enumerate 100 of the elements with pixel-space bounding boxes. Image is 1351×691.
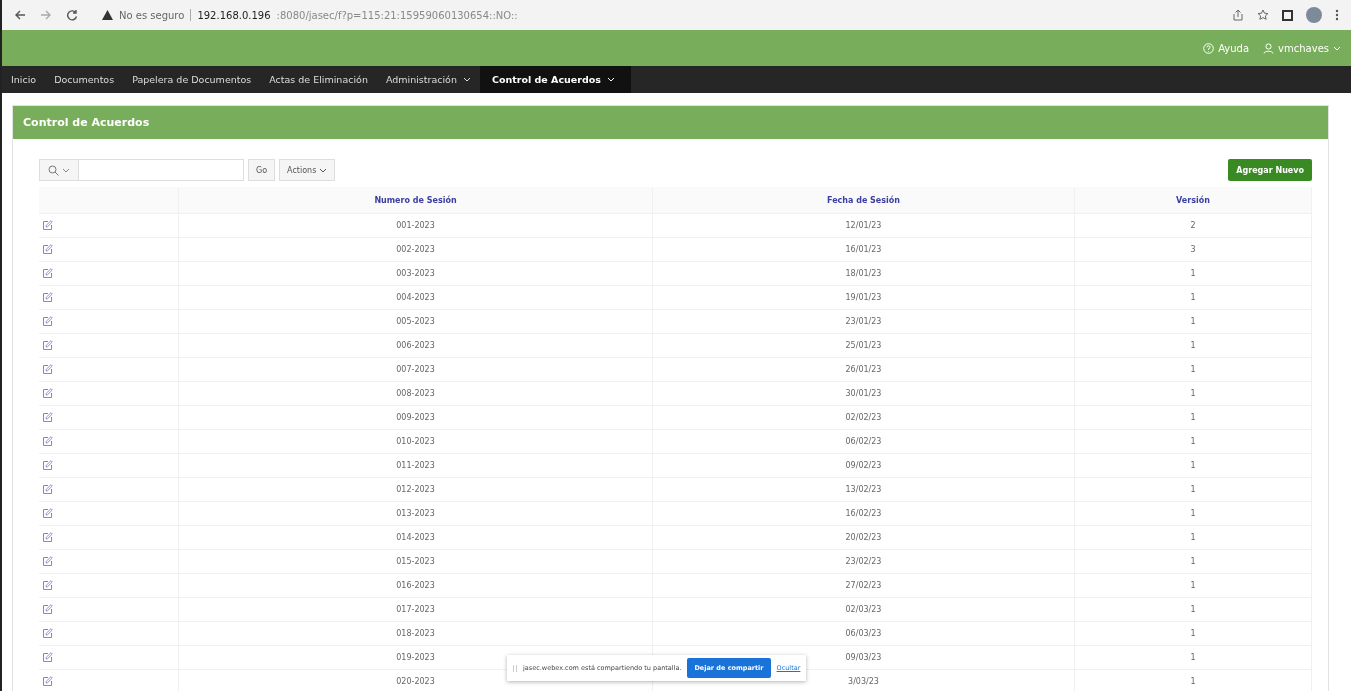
- edit-icon[interactable]: [42, 484, 53, 495]
- nav-tab[interactable]: Control de Acuerdos: [479, 66, 631, 93]
- go-button[interactable]: Go: [248, 159, 276, 181]
- help-icon: [1203, 42, 1215, 54]
- table-cell: 005-2023: [179, 310, 653, 333]
- forward-arrow-icon[interactable]: [40, 9, 52, 21]
- address-bar[interactable]: No es seguro 192.168.0.196 :8080/jasec/f?p=115:21:15959060130654::NO::: [102, 9, 518, 21]
- table-cell: 2: [1075, 214, 1312, 237]
- edit-icon[interactable]: [42, 628, 53, 639]
- table-cell: 010-2023: [179, 430, 653, 453]
- search-column-menu[interactable]: [40, 160, 79, 180]
- nav-tab[interactable]: Actas de Eliminación: [260, 66, 377, 93]
- edit-icon[interactable]: [42, 580, 53, 591]
- column-header[interactable]: Numero de Sesión: [179, 187, 653, 213]
- nav-tab[interactable]: Inicio: [2, 66, 46, 93]
- nav-tab[interactable]: Papelera de Documentos: [123, 66, 261, 93]
- edit-icon[interactable]: [42, 604, 53, 615]
- column-header[interactable]: Versión: [1075, 187, 1312, 213]
- table-cell: 012-2023: [179, 478, 653, 501]
- nav-tab[interactable]: Documentos: [45, 66, 124, 93]
- warning-icon: [102, 10, 113, 20]
- table-cell: 06/03/23: [653, 622, 1075, 645]
- url-host: 192.168.0.196: [197, 9, 271, 21]
- table-cell: 1: [1075, 358, 1312, 381]
- table-cell: 1: [1075, 478, 1312, 501]
- table-cell: 1: [1075, 310, 1312, 333]
- table-cell: 015-2023: [179, 550, 653, 573]
- table-cell: 1: [1075, 598, 1312, 621]
- edit-icon[interactable]: [42, 460, 53, 471]
- share-icon[interactable]: [1232, 9, 1244, 21]
- table-cell: 016-2023: [179, 574, 653, 597]
- table-cell: 1: [1075, 574, 1312, 597]
- table-cell: 1: [1075, 406, 1312, 429]
- table-cell: 1: [1075, 502, 1312, 525]
- column-header[interactable]: Fecha de Sesión: [653, 187, 1075, 213]
- edit-icon[interactable]: [42, 364, 53, 375]
- nav-tab[interactable]: Administración: [376, 66, 480, 93]
- table-cell: 017-2023: [179, 598, 653, 621]
- table-cell: 1: [1075, 670, 1312, 691]
- reload-icon[interactable]: [66, 9, 78, 21]
- edit-icon[interactable]: [42, 532, 53, 543]
- table-cell: 25/01/23: [653, 334, 1075, 357]
- table-cell: 12/01/23: [653, 214, 1075, 237]
- table-cell: 014-2023: [179, 526, 653, 549]
- edit-icon[interactable]: [42, 340, 53, 351]
- table-cell: 18/01/23: [653, 262, 1075, 285]
- table-cell: 02/03/23: [653, 598, 1075, 621]
- edit-icon[interactable]: [42, 292, 53, 303]
- edit-icon[interactable]: [42, 316, 53, 327]
- table-cell: 002-2023: [179, 238, 653, 261]
- edit-icon[interactable]: [42, 556, 53, 567]
- table-cell: 23/01/23: [653, 310, 1075, 333]
- edit-icon[interactable]: [42, 676, 53, 687]
- edit-icon[interactable]: [42, 388, 53, 399]
- avatar-icon[interactable]: [1306, 7, 1322, 23]
- table-cell: 003-2023: [179, 262, 653, 285]
- table-cell: 1: [1075, 382, 1312, 405]
- edit-icon[interactable]: [42, 436, 53, 447]
- search-icon: [48, 164, 59, 176]
- table-cell: 004-2023: [179, 286, 653, 309]
- table-cell: 008-2023: [179, 382, 653, 405]
- table-cell: 007-2023: [179, 358, 653, 381]
- menu-dots-icon[interactable]: [1335, 9, 1339, 21]
- security-label: No es seguro: [119, 9, 185, 21]
- edit-icon[interactable]: [42, 412, 53, 423]
- edit-icon[interactable]: [42, 508, 53, 519]
- table-cell: 13/02/23: [653, 478, 1075, 501]
- actions-menu-button[interactable]: Actions: [279, 159, 336, 181]
- add-new-button[interactable]: Agregar Nuevo: [1228, 159, 1312, 181]
- chevron-down-icon: [62, 167, 70, 173]
- table-cell: 26/01/23: [653, 358, 1075, 381]
- back-arrow-icon[interactable]: [14, 9, 26, 21]
- table-cell: 011-2023: [179, 454, 653, 477]
- table-cell: 30/01/23: [653, 382, 1075, 405]
- drag-handle-icon[interactable]: [513, 664, 517, 672]
- star-icon[interactable]: [1257, 9, 1269, 21]
- table-cell: 02/02/23: [653, 406, 1075, 429]
- table-cell: 09/02/23: [653, 454, 1075, 477]
- table-cell: 1: [1075, 262, 1312, 285]
- table-cell: 1: [1075, 430, 1312, 453]
- table-cell: 1: [1075, 526, 1312, 549]
- table-cell: 1: [1075, 550, 1312, 573]
- side-panel-icon[interactable]: [1282, 9, 1293, 21]
- region-title: Control de Acuerdos: [23, 116, 150, 129]
- table-cell: 1: [1075, 286, 1312, 309]
- table-cell: 19/01/23: [653, 286, 1075, 309]
- table-cell: 1: [1075, 622, 1312, 645]
- url-path: :8080/jasec/f?p=115:21:15959060130654::NO::: [276, 9, 518, 21]
- edit-icon[interactable]: [42, 652, 53, 663]
- table-cell: 20/02/23: [653, 526, 1075, 549]
- edit-icon[interactable]: [42, 220, 53, 231]
- chevron-down-icon: [319, 167, 328, 173]
- search-field[interactable]: [39, 159, 244, 181]
- table-cell: 1: [1075, 334, 1312, 357]
- edit-icon[interactable]: [42, 268, 53, 279]
- edit-icon[interactable]: [42, 244, 53, 255]
- table-cell: 006-2023: [179, 334, 653, 357]
- table-cell: 009-2023: [179, 406, 653, 429]
- table-cell: 23/02/23: [653, 550, 1075, 573]
- user-icon: [1263, 42, 1275, 54]
